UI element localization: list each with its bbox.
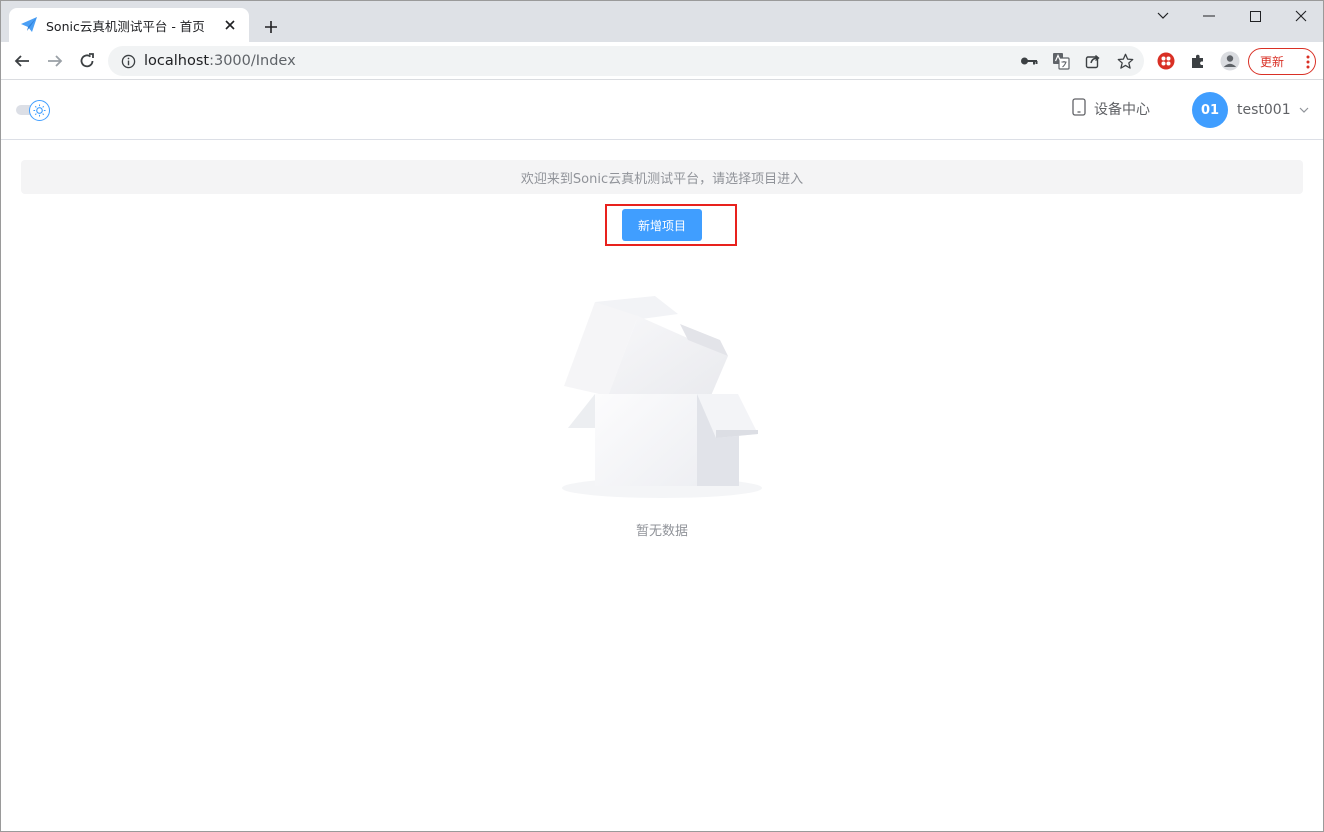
close-icon[interactable] xyxy=(221,16,239,34)
translate-icon[interactable] xyxy=(1052,52,1070,70)
theme-toggle-switch[interactable] xyxy=(16,100,52,122)
device-center-label: 设备中心 xyxy=(1094,102,1150,118)
mobile-phone-icon xyxy=(1072,98,1086,120)
info-icon[interactable] xyxy=(120,53,136,69)
profile-icon[interactable] xyxy=(1219,50,1241,72)
reload-icon[interactable] xyxy=(72,46,102,76)
user-menu-dropdown[interactable]: 01 test001 xyxy=(1192,92,1309,128)
empty-box-illustration xyxy=(560,294,764,502)
address-bar[interactable]: localhost:3000/Index xyxy=(108,46,1144,76)
welcome-text: 欢迎来到Sonic云真机测试平台，请选择项目进入 xyxy=(520,171,804,187)
update-button[interactable]: 更新 xyxy=(1248,48,1316,75)
bookmark-star-icon[interactable] xyxy=(1116,52,1134,70)
sun-icon xyxy=(29,100,50,121)
plus-icon[interactable] xyxy=(258,14,284,40)
tab-title: Sonic云真机测试平台 - 首页 xyxy=(46,18,205,34)
browser-toolbar: localhost:3000/Index 更新 xyxy=(0,42,1324,80)
address-host: localhost xyxy=(144,53,210,69)
paper-plane-icon xyxy=(20,16,38,34)
avatar[interactable]: 01 xyxy=(1192,92,1228,128)
add-project-button[interactable]: 新增项目 xyxy=(622,209,702,241)
chevron-down-icon[interactable] xyxy=(1299,107,1309,113)
browser-tabstrip: Sonic云真机测试平台 - 首页 xyxy=(0,0,1324,42)
window-close-icon[interactable] xyxy=(1278,0,1324,32)
app-header: 设备中心 01 test001 xyxy=(0,80,1324,140)
update-label: 更新 xyxy=(1260,55,1285,69)
browser-tab[interactable]: Sonic云真机测试平台 - 首页 xyxy=(9,8,249,42)
welcome-alert: 欢迎来到Sonic云真机测试平台，请选择项目进入 xyxy=(21,160,1303,194)
minimize-icon[interactable] xyxy=(1186,0,1232,32)
chevron-down-icon[interactable] xyxy=(1140,0,1186,32)
address-path: :3000/Index xyxy=(209,53,296,69)
share-icon[interactable] xyxy=(1084,52,1102,70)
username[interactable]: test001 xyxy=(1237,102,1291,118)
device-center-link[interactable]: 设备中心 xyxy=(1072,98,1150,120)
key-icon[interactable] xyxy=(1020,52,1038,70)
extension-badge-icon[interactable] xyxy=(1155,50,1177,72)
puzzle-icon[interactable] xyxy=(1187,50,1209,72)
more-vert-icon xyxy=(1301,55,1315,69)
empty-state-text: 暂无数据 xyxy=(635,524,688,539)
back-arrow-icon[interactable] xyxy=(7,46,37,76)
forward-arrow-icon[interactable] xyxy=(40,46,70,76)
maximize-icon[interactable] xyxy=(1232,0,1278,32)
address-url[interactable]: localhost:3000/Index xyxy=(144,53,296,69)
